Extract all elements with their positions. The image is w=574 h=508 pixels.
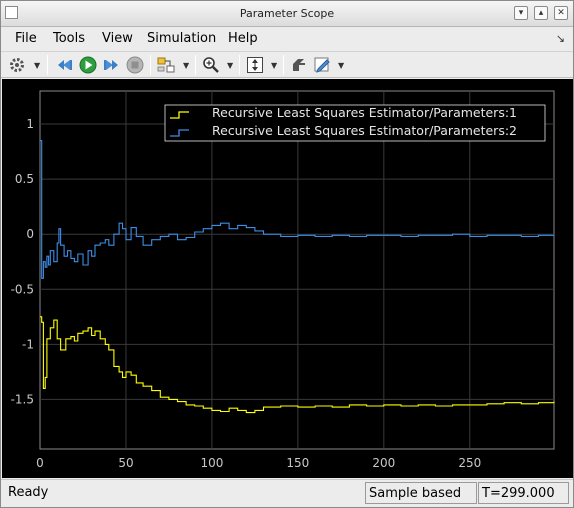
edit-dropdown-icon[interactable]: ▼ bbox=[338, 61, 344, 70]
scope-chart[interactable]: 0 50 100 150 200 250 1 0.5 0 -0.5 -1 -1.5 Recursiv… bbox=[2, 79, 573, 478]
status-time: T=299.000 bbox=[478, 482, 569, 504]
y-tick-label: 0.5 bbox=[15, 172, 34, 186]
scope-window: Parameter Scope ▾ ▴ ✕ File Tools View Si… bbox=[0, 0, 574, 508]
x-tick-label: 0 bbox=[36, 456, 44, 470]
status-mode: Sample based bbox=[365, 482, 477, 504]
legend[interactable]: Recursive Least Squares Estimator/Parame… bbox=[164, 104, 546, 142]
window-title: Parameter Scope bbox=[239, 7, 335, 20]
minimize-icon[interactable]: ▾ bbox=[514, 6, 528, 20]
legend-label-series-1: Recursive Least Squares Estimator/Parame… bbox=[212, 105, 517, 120]
menu-simulation[interactable]: Simulation bbox=[147, 31, 216, 46]
menu-tools[interactable]: Tools bbox=[53, 31, 85, 46]
status-bar: Ready Sample based T=299.000 bbox=[1, 479, 573, 507]
x-tick-label: 150 bbox=[286, 456, 309, 470]
scale-dropdown-icon[interactable]: ▼ bbox=[271, 61, 277, 70]
gear-dropdown-icon[interactable]: ▼ bbox=[34, 61, 40, 70]
menu-view[interactable]: View bbox=[102, 31, 133, 46]
legend-label-series-2: Recursive Least Squares Estimator/Parame… bbox=[212, 123, 517, 138]
title-bar[interactable]: Parameter Scope ▾ ▴ ✕ bbox=[1, 1, 573, 27]
toolbar-separator bbox=[239, 55, 240, 75]
menu-bar: File Tools View Simulation Help ↘ bbox=[1, 28, 573, 50]
x-tick-label: 100 bbox=[200, 456, 223, 470]
status-ready: Ready bbox=[8, 485, 49, 500]
maximize-icon[interactable]: ▴ bbox=[534, 6, 548, 20]
gear-icon[interactable] bbox=[7, 55, 27, 75]
series-lines bbox=[40, 140, 555, 414]
style-icon[interactable] bbox=[289, 55, 309, 75]
zoom-icon[interactable] bbox=[201, 55, 221, 75]
stop-icon[interactable] bbox=[125, 55, 145, 75]
toolbar-separator bbox=[150, 55, 151, 75]
grid bbox=[39, 90, 555, 450]
series-line-1 bbox=[40, 316, 555, 414]
toolbar-separator bbox=[283, 55, 284, 75]
menu-help[interactable]: Help bbox=[228, 31, 258, 46]
step-forward-icon[interactable] bbox=[101, 55, 121, 75]
step-back-icon[interactable] bbox=[55, 55, 75, 75]
x-tick-label: 50 bbox=[118, 456, 133, 470]
y-axis-ticks: 1 0.5 0 -0.5 -1 -1.5 bbox=[11, 117, 34, 406]
highlight-block-icon[interactable] bbox=[156, 55, 176, 75]
undock-icon[interactable]: ↘ bbox=[556, 32, 565, 45]
y-tick-label: 1 bbox=[26, 117, 34, 131]
x-axis-ticks: 0 50 100 150 200 250 bbox=[36, 456, 481, 470]
toolbar-separator bbox=[195, 55, 196, 75]
run-icon[interactable] bbox=[78, 55, 98, 75]
plot-area[interactable]: 0 50 100 150 200 250 1 0.5 0 -0.5 -1 -1.5 Recursiv… bbox=[2, 79, 573, 478]
scale-axes-icon[interactable] bbox=[245, 55, 265, 75]
series-line-2 bbox=[40, 140, 555, 279]
close-icon[interactable]: ✕ bbox=[554, 6, 568, 20]
toolbar-separator bbox=[47, 55, 48, 75]
menu-file[interactable]: File bbox=[15, 31, 37, 46]
x-tick-label: 250 bbox=[458, 456, 481, 470]
y-tick-label: 0 bbox=[26, 227, 34, 241]
zoom-dropdown-icon[interactable]: ▼ bbox=[227, 61, 233, 70]
y-tick-label: -0.5 bbox=[11, 282, 34, 296]
toolbar: ▼ ▼ ▼ ▼ ▼ bbox=[1, 51, 573, 78]
x-tick-label: 200 bbox=[372, 456, 395, 470]
axes-frame bbox=[39, 90, 555, 450]
y-tick-label: -1.5 bbox=[11, 392, 34, 406]
y-tick-label: -1 bbox=[22, 337, 34, 351]
highlight-dropdown-icon[interactable]: ▼ bbox=[183, 61, 189, 70]
edit-icon[interactable] bbox=[312, 55, 332, 75]
